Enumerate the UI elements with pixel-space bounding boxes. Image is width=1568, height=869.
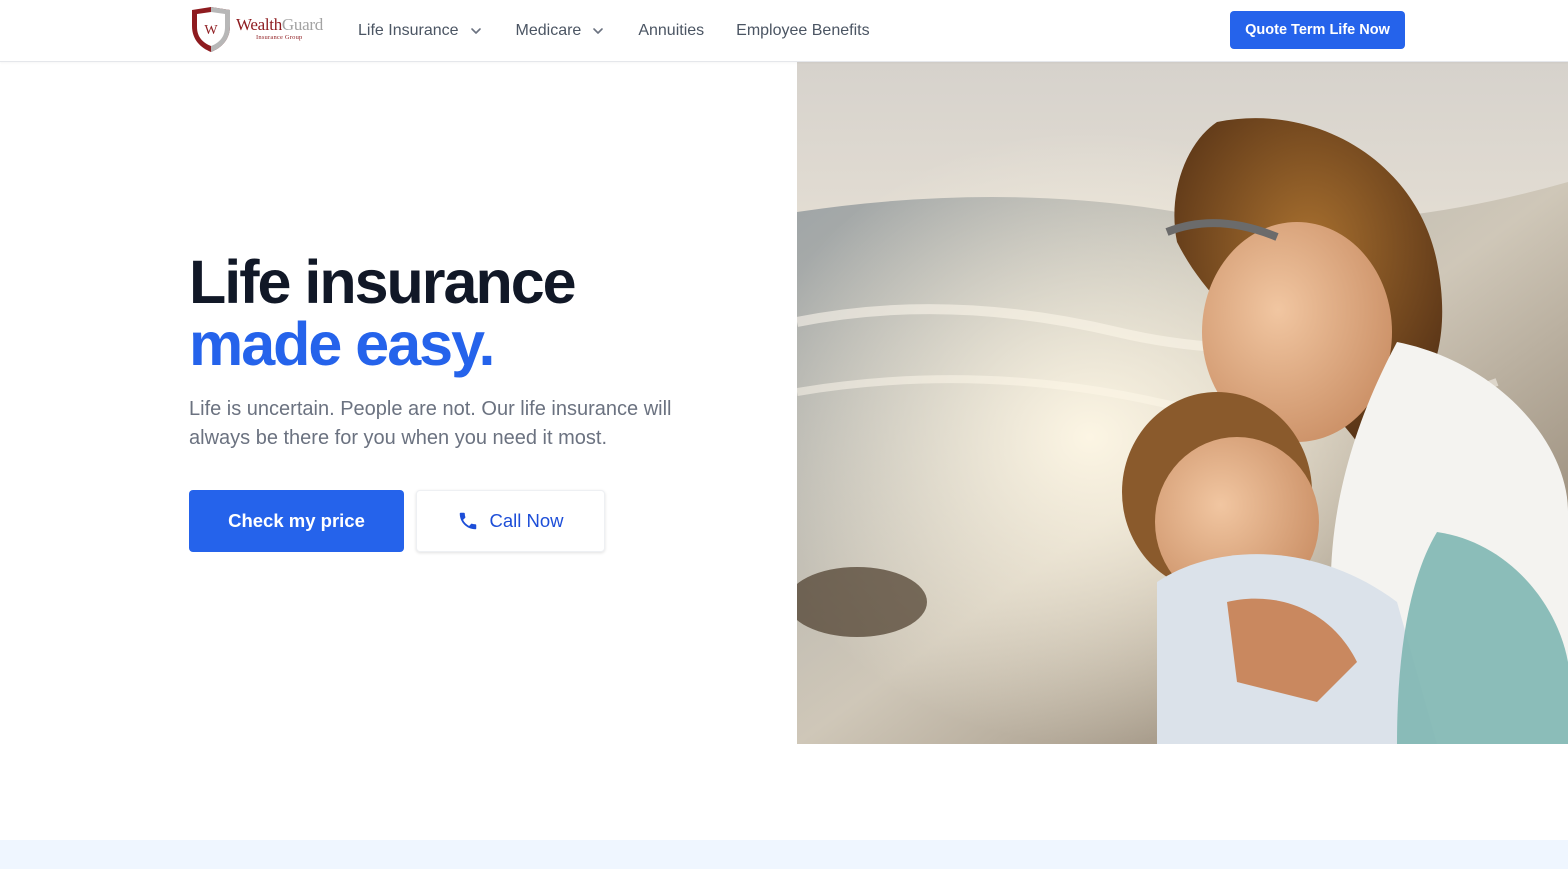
- main-nav: Life Insurance Medicare Annuities Employ…: [358, 0, 870, 62]
- nav-item-label: Annuities: [638, 22, 705, 39]
- call-now-button[interactable]: Call Now: [416, 490, 605, 552]
- chevron-down-icon: [593, 28, 604, 34]
- hero-title: Life insurance made easy.: [189, 248, 577, 378]
- shield-logo-icon: W: [192, 7, 230, 52]
- nav-item-medicare[interactable]: Medicare: [516, 22, 606, 40]
- nav-item-employee-benefits[interactable]: Employee Benefits: [736, 22, 869, 40]
- brand-name-part2: Guard: [281, 15, 323, 34]
- call-now-label: Call Now: [489, 510, 564, 531]
- brand-tagline: Insurance Group: [256, 34, 303, 41]
- brand-name-part1: Wealth: [236, 15, 282, 34]
- next-section-band: [0, 840, 1568, 869]
- hero-image: [797, 62, 1568, 744]
- chevron-down-icon: [470, 28, 481, 34]
- brand-logo[interactable]: W WealthGuard Insurance Group: [189, 6, 334, 54]
- hero-photo: [797, 62, 1568, 744]
- site-header: W WealthGuard Insurance Group Life Insur…: [0, 0, 1568, 62]
- hero-title-line2: made easy.: [189, 310, 495, 378]
- check-my-price-button[interactable]: Check my price: [189, 490, 404, 552]
- hero-subtitle: Life is uncertain. People are not. Our l…: [189, 398, 672, 449]
- nav-item-label: Employee Benefits: [736, 22, 870, 39]
- phone-icon: [460, 512, 477, 530]
- nav-item-label: Medicare: [515, 22, 582, 39]
- nav-item-life-insurance[interactable]: Life Insurance: [358, 22, 483, 40]
- brand-wordmark: WealthGuard: [236, 15, 323, 35]
- logo-monogram: W: [204, 23, 218, 38]
- hero-title-line1: Life insurance: [189, 248, 577, 316]
- nav-item-label: Life Insurance: [358, 22, 459, 39]
- nav-item-annuities[interactable]: Annuities: [638, 22, 704, 40]
- quote-term-life-button[interactable]: Quote Term Life Now: [1230, 11, 1405, 49]
